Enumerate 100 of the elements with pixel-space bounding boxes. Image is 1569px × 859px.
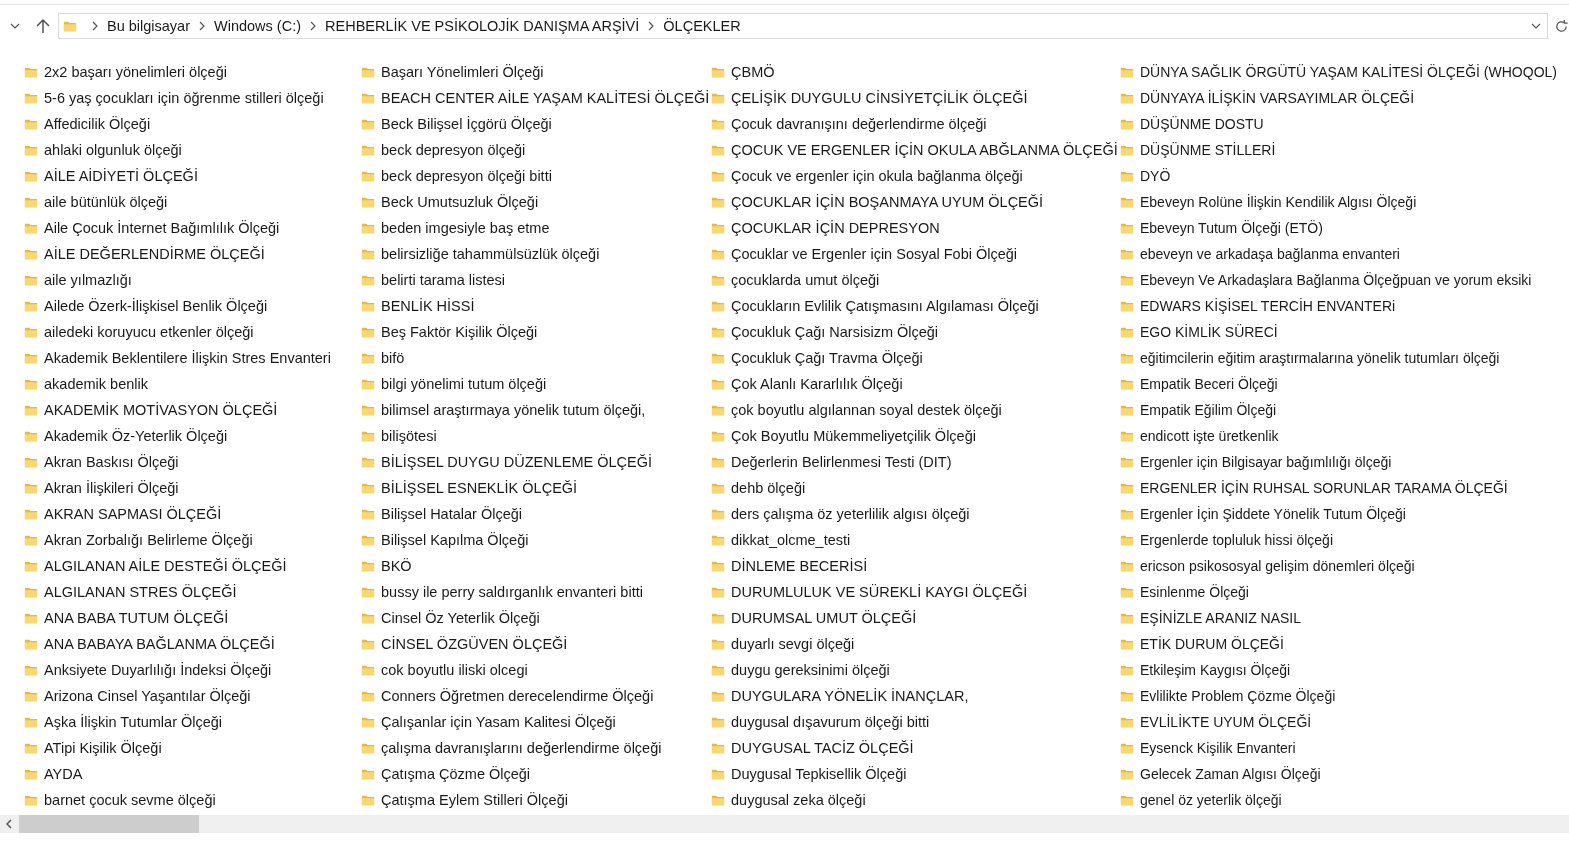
folder-name[interactable]: Evlilikte Problem Çözme Ölçeği bbox=[1140, 688, 1336, 704]
chevron-right-icon[interactable] bbox=[199, 21, 205, 31]
folder-name[interactable]: DİNLEME BECERİSİ bbox=[731, 558, 868, 574]
folder-name[interactable]: Ebeveyn Tutum Ölçeği (ETÖ) bbox=[1140, 220, 1323, 236]
folder-name[interactable]: EŞİNİZLE ARANIZ NASIL bbox=[1140, 610, 1302, 626]
folder-name[interactable]: Ergenler için Bilgisayar bağımlılığı ölçeği bbox=[1140, 454, 1392, 470]
recent-locations-chevron-icon[interactable] bbox=[10, 23, 20, 29]
breadcrumb[interactable]: ÖLÇEKLER bbox=[663, 18, 741, 34]
folder-name[interactable]: genel öz yeterlik ölçeği bbox=[1140, 792, 1282, 808]
scroll-left-icon[interactable] bbox=[6, 819, 12, 829]
folder-name[interactable]: BEACH CENTER AİLE YAŞAM KALİTESİ ÖLÇEĞİ bbox=[381, 90, 710, 106]
folder-name[interactable]: Çalışanlar için Yasam Kalitesi Ölçeği bbox=[381, 714, 616, 730]
folder-name[interactable]: Anksiyete Duyarlılığı İndeksi Ölçeği bbox=[44, 662, 272, 678]
folder-name[interactable]: aile yılmazlığı bbox=[44, 272, 132, 288]
folder-name[interactable]: dikkat_olcme_testi bbox=[731, 532, 851, 548]
folder-name[interactable]: Ailede Özerk-İlişkisel Benlik Ölçeği bbox=[44, 298, 268, 314]
chevron-right-icon[interactable] bbox=[310, 21, 317, 31]
folder-name[interactable]: beden imgesiyle baş etme bbox=[381, 220, 550, 236]
folder-name[interactable]: ALGILANAN AİLE DESTEĞİ ÖLÇEĞİ bbox=[44, 558, 287, 574]
folder-name[interactable]: Bilişsel Hatalar Ölçeği bbox=[381, 506, 523, 522]
folder-name[interactable]: Empatik Beceri Ölçeği bbox=[1140, 376, 1278, 392]
folder-name[interactable]: Akran Zorbalığı Belirleme Ölçeği bbox=[44, 532, 253, 548]
folder-name[interactable]: Bilişsel Kapılma Ölçeği bbox=[381, 532, 529, 548]
folder-name[interactable]: ÇELİŞİK DUYGULU CİNSİYETÇİLİK ÖLÇEĞİ bbox=[731, 90, 1028, 106]
address-bar[interactable]: Bu bilgisayar Windows (C:) REHBERLİK VE PSİKOLOJİK DANIŞMA ARŞİVİ ÖLÇEKLER bbox=[58, 13, 1548, 39]
folder-name[interactable]: Çocukluk Çağı Narsisizm Ölçeği bbox=[731, 324, 939, 340]
folder-name[interactable]: ericson psikososyal gelişim dönemleri ölçeği bbox=[1140, 558, 1415, 574]
breadcrumb[interactable]: REHBERLİK VE PSİKOLOJİK DANIŞMA ARŞİVİ bbox=[325, 18, 640, 34]
folder-name[interactable]: BİLİŞSEL ESNEKLİK ÖLÇEĞİ bbox=[381, 480, 578, 496]
folder-name[interactable]: ÇOCUKLAR İÇİN DEPRESYON bbox=[731, 220, 940, 236]
folder-name[interactable]: ANA BABA TUTUM ÖLÇEĞİ bbox=[44, 610, 229, 626]
folder-name[interactable]: Ebeveyn Ve Arkadaşlara Bağlanma Ölçeğpuan ve yorum eksiki bbox=[1140, 272, 1532, 288]
folder-name[interactable]: dehb ölçeği bbox=[731, 480, 806, 496]
folder-name[interactable]: Eysenck Kişilik Envanteri bbox=[1140, 740, 1296, 756]
folder-name[interactable]: belirti tarama listesi bbox=[381, 272, 506, 288]
folder-name[interactable]: beck depresyon ölçeği bbox=[381, 142, 526, 158]
folder-name[interactable]: Duygusal Tepkisellik Ölçeği bbox=[731, 766, 907, 782]
up-arrow-icon[interactable] bbox=[36, 18, 50, 34]
folder-name[interactable]: DURUMSAL UMUT ÖLÇEĞİ bbox=[731, 610, 917, 626]
folder-name[interactable]: BİLİŞSEL DUYGU DÜZENLEME ÖLÇEĞİ bbox=[381, 454, 652, 470]
folder-name[interactable]: ÇBMÖ bbox=[731, 64, 775, 80]
folder-name[interactable]: Çocuk ve ergenler için okula bağlanma ölçeği bbox=[731, 168, 1023, 184]
folder-name[interactable]: AKADEMİK MOTİVASYON ÖLÇEĞİ bbox=[44, 402, 278, 418]
folder-name[interactable]: 5-6 yaş çocukları için öğrenme stilleri ölçeği bbox=[44, 90, 324, 106]
folder-name[interactable]: ahlaki olgunluk ölçeği bbox=[44, 142, 182, 158]
folder-name[interactable]: Etkileşim Kaygısı Ölçeği bbox=[1140, 662, 1291, 678]
refresh-icon[interactable] bbox=[1554, 18, 1569, 34]
folder-name[interactable]: DÜŞÜNME DOSTU bbox=[1140, 116, 1264, 132]
chevron-right-icon[interactable] bbox=[92, 21, 98, 31]
folder-name[interactable]: EDWARS KİŞİSEL TERCİH ENVANTERi bbox=[1140, 298, 1396, 314]
folder-name[interactable]: DÜŞÜNME STİLLERİ bbox=[1140, 142, 1276, 158]
folder-name[interactable]: duyarlı sevgi ölçeği bbox=[731, 636, 855, 652]
folder-name[interactable]: Akran İlişkileri Ölçeği bbox=[44, 480, 179, 496]
folder-name[interactable]: AYDA bbox=[44, 766, 83, 782]
folder-name[interactable]: Cinsel Öz Yeterlik Ölçeği bbox=[381, 610, 540, 626]
folder-name[interactable]: beck depresyon ölçeği bitti bbox=[381, 168, 552, 184]
horizontal-scrollbar[interactable] bbox=[0, 815, 1569, 833]
folder-name[interactable]: Empatik Eğilim Ölçeği bbox=[1140, 402, 1277, 418]
folder-name[interactable]: Beş Faktör Kişilik Ölçeği bbox=[381, 324, 538, 340]
folder-name[interactable]: çocuklarda umut ölçeği bbox=[731, 272, 880, 288]
folder-name[interactable]: ATipi Kişilik Ölçeği bbox=[44, 740, 162, 756]
folder-name[interactable]: Çok Boyutlu Mükemmeliyetçilik Ölçeği bbox=[731, 428, 976, 444]
folder-name[interactable]: Beck Bilişsel İçgörü Ölçeği bbox=[381, 116, 552, 132]
folder-name[interactable]: cok boyutlu iliski olcegi bbox=[381, 662, 528, 678]
folder-name[interactable]: duygu gereksinimi ölçeği bbox=[731, 662, 890, 678]
folder-name[interactable]: bilgi yönelimi tutum ölçeği bbox=[381, 376, 547, 392]
folder-name[interactable]: Çocuklar ve Ergenler için Sosyal Fobi Ölçeği bbox=[731, 246, 1018, 262]
folder-name[interactable]: Akademik Beklentilere İlişkin Stres Envanteri bbox=[44, 350, 331, 366]
folder-name[interactable]: Çatışma Çözme Ölçeği bbox=[381, 766, 531, 782]
folder-name[interactable]: Başarı Yönelimleri Ölçeği bbox=[381, 64, 544, 80]
folder-name[interactable]: Arizona Cinsel Yaşantılar Ölçeği bbox=[44, 688, 251, 704]
folder-name[interactable]: ANA BABAYA BAĞLANMA ÖLÇEĞİ bbox=[44, 636, 275, 652]
folder-name[interactable]: AİLE AİDİYETİ ÖLÇEĞİ bbox=[44, 168, 198, 184]
address-dropdown-icon[interactable] bbox=[1531, 23, 1541, 29]
folder-name[interactable]: endicott işte üretkenlik bbox=[1140, 428, 1279, 444]
folder-name[interactable]: Çocukların Evlilik Çatışmasını Algılaması Ölçeği bbox=[731, 298, 1039, 314]
folder-name[interactable]: AİLE DEĞERLENDİRME ÖLÇEĞİ bbox=[44, 246, 265, 262]
folder-name[interactable]: ÇOCUK VE ERGENLER İÇİN OKULA ABĞLANMA ÖLÇEĞİ bbox=[731, 142, 1118, 158]
folder-name[interactable]: Conners Öğretmen derecelendirme Ölçeği bbox=[381, 688, 654, 704]
folder-name[interactable]: Aşka İlişkin Tutumlar Ölçeği bbox=[44, 714, 223, 730]
folder-name[interactable]: CİNSEL ÖZGÜVEN ÖLÇEĞİ bbox=[381, 636, 568, 652]
folder-name[interactable]: barnet çocuk sevme ölçeği bbox=[44, 792, 216, 808]
folder-name[interactable]: Ergenlerde topluluk hissi ölçeği bbox=[1140, 532, 1333, 548]
folder-name[interactable]: ERGENLER İÇİN RUHSAL SORUNLAR TARAMA ÖLÇEĞİ bbox=[1140, 480, 1508, 496]
folder-name[interactable]: Akademik Öz-Yeterlik Ölçeği bbox=[44, 428, 228, 444]
folder-name[interactable]: DUYGULARA YÖNELİK İNANÇLAR, bbox=[731, 688, 969, 704]
folder-name[interactable]: ETİK DURUM ÖLÇEĞİ bbox=[1140, 636, 1284, 652]
breadcrumb[interactable]: Windows (C:) bbox=[214, 18, 302, 34]
folder-name[interactable]: akademik benlik bbox=[44, 376, 148, 392]
folder-name[interactable]: Değerlerin Belirlenmesi Testi (DIT) bbox=[731, 454, 952, 470]
folder-name[interactable]: duygusal zeka ölçeği bbox=[731, 792, 866, 808]
folder-name[interactable]: bussy ile perry saldırganlık envanteri bitti bbox=[381, 584, 643, 600]
folder-name[interactable]: EGO KİMLİK SÜRECİ bbox=[1140, 324, 1278, 340]
folder-name[interactable]: DUYGUSAL TACİZ ÖLÇEĞİ bbox=[731, 740, 914, 756]
folder-name[interactable]: Çocukluk Çağı Travma Ölçeği bbox=[731, 350, 923, 366]
folder-name[interactable]: 2x2 başarı yönelimleri ölçeği bbox=[44, 64, 227, 80]
folder-name[interactable]: aile bütünlük ölçeği bbox=[44, 194, 168, 210]
folder-name[interactable]: ailedeki koruyucu etkenler ölçeği bbox=[44, 324, 254, 340]
folder-name[interactable]: eğitimcilerin eğitim araştırmalarına yönelik tutumları ölçeği bbox=[1140, 350, 1500, 366]
folder-name[interactable]: belirsizliğe tahammülsüzlük ölçeği bbox=[381, 246, 600, 262]
